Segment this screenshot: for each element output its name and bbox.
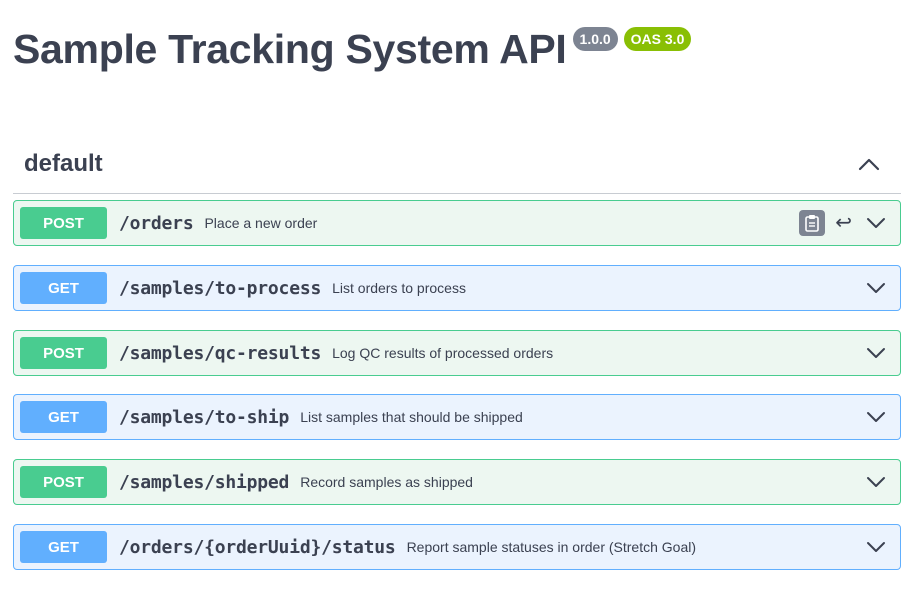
expand-operation-button[interactable] xyxy=(864,211,888,235)
chevron-down-icon xyxy=(867,218,885,228)
chevron-down-icon xyxy=(867,477,885,487)
expand-operation-button[interactable] xyxy=(864,470,888,494)
tag-name[interactable]: default xyxy=(24,150,103,178)
copy-path-button[interactable] xyxy=(799,210,826,236)
chevron-down-icon xyxy=(867,283,885,293)
operation-path[interactable]: /orders xyxy=(119,213,194,234)
method-badge: GET xyxy=(20,531,107,563)
page-title: Sample Tracking System API xyxy=(13,26,567,72)
operation-summary: List samples that should be shipped xyxy=(300,409,523,425)
method-badge: GET xyxy=(20,401,107,433)
operation-summary: Record samples as shipped xyxy=(300,474,473,490)
expand-operation-button[interactable] xyxy=(864,535,888,559)
collapse-button[interactable] xyxy=(852,147,886,181)
expand-operation-button[interactable] xyxy=(864,341,888,365)
operation-path[interactable]: /samples/qc-results xyxy=(119,343,321,364)
chevron-down-icon xyxy=(867,542,885,552)
enter-icon: ↩ xyxy=(835,212,852,234)
clipboard-copy-icon xyxy=(805,215,820,232)
operation-path[interactable]: /samples/to-ship xyxy=(119,407,289,428)
method-badge: GET xyxy=(20,272,107,304)
opblock-post-samples-qc-results[interactable]: POST /samples/qc-results Log QC results … xyxy=(13,330,901,376)
chevron-up-icon xyxy=(858,158,880,171)
operation-summary: List orders to process xyxy=(332,280,466,296)
chevron-down-icon xyxy=(867,412,885,422)
method-badge: POST xyxy=(20,207,107,239)
opblock-get-samples-to-process[interactable]: GET /samples/to-process List orders to p… xyxy=(13,265,901,311)
expand-operation-button[interactable] xyxy=(864,276,888,300)
operation-path[interactable]: /orders/{orderUuid}/status xyxy=(119,537,396,558)
version-badge: 1.0.0 xyxy=(572,27,618,51)
opblock-get-samples-to-ship[interactable]: GET /samples/to-ship List samples that s… xyxy=(13,394,901,440)
opblock-post-samples-shipped[interactable]: POST /samples/shipped Record samples as … xyxy=(13,459,901,505)
opblock-post-orders[interactable]: POST /orders Place a new order ↩ xyxy=(13,200,901,246)
operation-summary: Place a new order xyxy=(204,215,318,231)
operation-summary: Report sample statuses in order (Stretch… xyxy=(406,539,697,555)
tag-header[interactable]: default xyxy=(13,135,901,194)
tag-section-default: default xyxy=(13,135,901,194)
operation-path[interactable]: /samples/to-process xyxy=(119,278,321,299)
operation-path[interactable]: /samples/shipped xyxy=(119,472,289,493)
chevron-down-icon xyxy=(867,348,885,358)
method-badge: POST xyxy=(20,466,107,498)
opblock-get-order-status[interactable]: GET /orders/{orderUuid}/status Report sa… xyxy=(13,524,901,570)
method-badge: POST xyxy=(20,337,107,369)
expand-operation-button[interactable] xyxy=(864,405,888,429)
api-info: Sample Tracking System API 1.0.0 OAS 3.0 xyxy=(13,24,692,74)
oas-badge: OAS 3.0 xyxy=(623,27,692,51)
operation-summary: Log QC results of processed orders xyxy=(332,345,554,361)
